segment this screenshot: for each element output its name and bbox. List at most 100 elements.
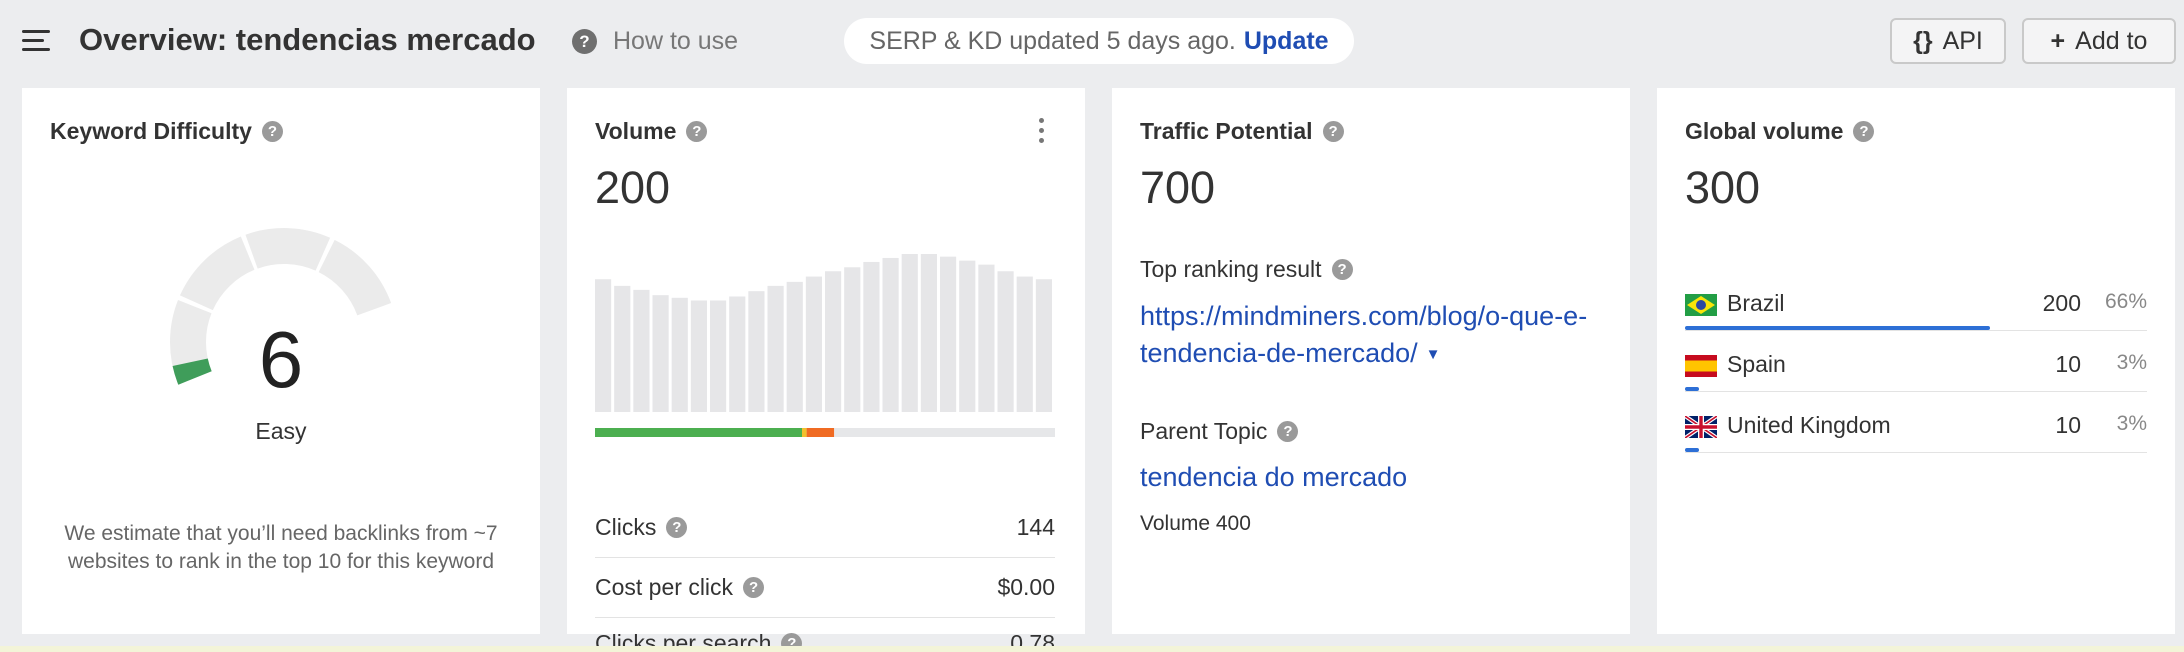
volume-trend-bar[interactable] [959, 260, 976, 412]
traffic-title: Traffic Potential ? [1140, 118, 1344, 145]
volume-trend-bar[interactable] [978, 264, 995, 412]
country-volume: 10 [2055, 412, 2081, 438]
plus-icon: + [2050, 26, 2066, 55]
help-icon[interactable]: ? [1322, 121, 1344, 142]
metric-value: 144 [1016, 514, 1055, 540]
volume-trend-bar[interactable] [1016, 276, 1033, 412]
country-percent: 3% [2116, 351, 2147, 374]
help-icon[interactable]: ? [743, 577, 765, 598]
metric-row-clicks: Clicks? 144 [595, 498, 1055, 558]
kd-note: We estimate that you’ll need backlinks f… [64, 522, 498, 573]
volume-title-text: Volume [595, 118, 677, 144]
parent-topic-link[interactable]: tendencia do mercado [1140, 462, 1407, 493]
volume-trend-bar[interactable] [997, 271, 1014, 412]
volume-trend-bar[interactable] [920, 254, 937, 412]
status-text: SERP & KD updated 5 days ago. [869, 26, 1236, 55]
brazil-flag-icon [1685, 294, 1717, 316]
top-ranking-url-link[interactable]: https://mindminers.com/blog/o-que-e-tend… [1140, 298, 1610, 373]
gauge-segment [318, 239, 392, 316]
top-ranking-label-text: Top ranking result [1140, 256, 1322, 282]
volume-trend-bar[interactable] [882, 257, 899, 412]
volume-trend-bar[interactable] [1035, 279, 1052, 412]
country-share-bar [1685, 448, 1699, 452]
api-button[interactable]: {} API [1890, 18, 2006, 64]
parent-topic-label-text: Parent Topic [1140, 418, 1268, 444]
volume-trend-bar[interactable] [786, 281, 803, 412]
help-icon[interactable]: ? [1853, 121, 1875, 142]
more-options-icon[interactable] [1039, 118, 1045, 148]
country-share-bar [1685, 326, 1990, 330]
caret-down-icon[interactable]: ▼ [1426, 346, 1441, 363]
country-name: Brazil [1727, 290, 1785, 316]
clicks-split-segment-no-click[interactable] [834, 428, 1055, 437]
clicks-split-segment-organic[interactable] [595, 428, 802, 437]
add-to-button[interactable]: + Add to [2022, 18, 2176, 64]
volume-card: Volume ? 200 Clicks? 144 Cost per click?… [567, 88, 1085, 652]
volume-trend-bar[interactable] [690, 300, 707, 412]
parent-topic-volume: Volume 400 [1140, 512, 1251, 535]
uk-flag-icon [1685, 416, 1717, 438]
metric-label: Clicks [595, 514, 657, 540]
volume-trend-bar[interactable] [595, 279, 612, 412]
help-icon[interactable]: ? [1331, 259, 1353, 280]
volume-trend-bar[interactable] [729, 296, 746, 412]
volume-trend-chart [595, 254, 1055, 437]
help-icon: ? [572, 29, 597, 54]
country-name: Spain [1727, 351, 1786, 377]
metric-row-cpc: Cost per click? $0.00 [595, 558, 1055, 618]
global-volume-title: Global volume ? [1685, 118, 1875, 145]
kd-level: Easy [255, 418, 307, 444]
country-name: United Kingdom [1727, 412, 1891, 438]
volume-trend-bar[interactable] [710, 300, 727, 412]
volume-trend-bar[interactable] [863, 261, 880, 412]
volume-trend-bar[interactable] [844, 267, 861, 412]
gauge-segment [245, 228, 331, 271]
volume-trend-bar[interactable] [940, 256, 957, 412]
traffic-title-text: Traffic Potential [1140, 118, 1313, 144]
volume-trend-bar[interactable] [825, 271, 842, 412]
country-percent: 66% [2104, 290, 2147, 313]
update-status-pill: SERP & KD updated 5 days ago. Update [844, 18, 1354, 64]
traffic-potential-card: Traffic Potential ? 700 Top ranking resu… [1112, 88, 1630, 634]
volume-value: 200 [595, 162, 671, 213]
country-volume: 10 [2055, 351, 2081, 377]
gauge-segment [179, 236, 255, 311]
help-icon[interactable]: ? [666, 517, 688, 538]
volume-trend-bar[interactable] [901, 254, 918, 412]
add-to-button-label: Add to [2075, 26, 2148, 55]
clicks-split-segment-yellow[interactable] [802, 428, 807, 437]
volume-trend-bar[interactable] [652, 295, 669, 412]
top-bar: Overview: tendencias mercado ? How to us… [0, 0, 2184, 84]
spain-flag-icon [1685, 355, 1717, 377]
parent-topic-label: Parent Topic ? [1140, 418, 1299, 445]
volume-trend-bar[interactable] [614, 285, 631, 412]
page-title: Overview: tendencias mercado [79, 22, 536, 57]
update-link[interactable]: Update [1244, 27, 1329, 56]
top-url-text: https://mindminers.com/blog/o-que-e-tend… [1140, 301, 1588, 368]
volume-title: Volume ? [595, 118, 708, 145]
help-icon[interactable]: ? [261, 121, 283, 142]
kd-title-text: Keyword Difficulty [50, 118, 252, 144]
country-row-brazil[interactable]: Brazil 200 66% [1685, 270, 2147, 331]
global-volume-card: Global volume ? 300 Brazil 200 66% Spain… [1657, 88, 2175, 634]
country-percent: 3% [2116, 412, 2147, 435]
keyword-difficulty-card: Keyword Difficulty ? 6 Easy We estimate … [22, 88, 540, 634]
help-icon[interactable]: ? [686, 121, 708, 142]
kd-value: 6 [258, 315, 304, 404]
how-to-use-link[interactable]: ? How to use [572, 27, 738, 56]
volume-trend-bar[interactable] [805, 276, 822, 412]
country-row-spain[interactable]: Spain 10 3% [1685, 331, 2147, 392]
traffic-value: 700 [1140, 162, 1216, 213]
country-volume: 200 [2042, 290, 2081, 316]
hamburger-menu-icon[interactable] [22, 30, 50, 52]
help-icon[interactable]: ? [1277, 421, 1299, 442]
volume-trend-bar[interactable] [633, 289, 650, 412]
braces-icon: {} [1913, 26, 1933, 55]
clicks-split-segment-paid[interactable] [806, 428, 835, 437]
kd-title: Keyword Difficulty ? [50, 118, 283, 145]
volume-trend-bar[interactable] [748, 291, 765, 412]
volume-trend-bar[interactable] [767, 285, 784, 412]
volume-trend-bar[interactable] [671, 297, 688, 412]
country-row-united-kingdom[interactable]: United Kingdom 10 3% [1685, 392, 2147, 453]
bottom-strip [0, 646, 2184, 652]
